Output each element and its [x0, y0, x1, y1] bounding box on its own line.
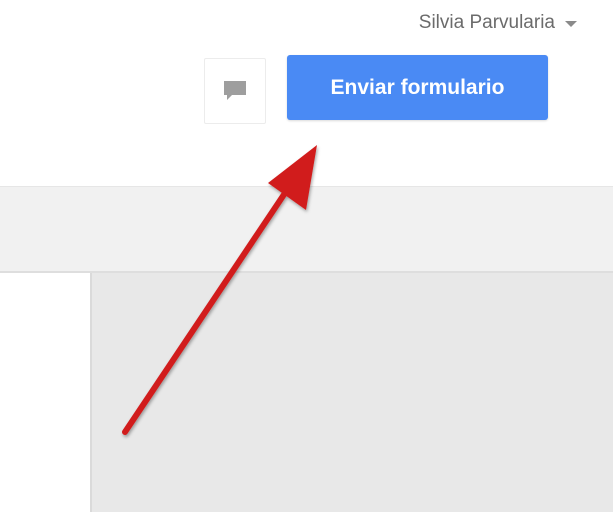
comment-button[interactable]: [204, 58, 266, 124]
toolbar-band: [0, 186, 613, 273]
form-canvas: [92, 273, 613, 512]
comment-icon: [224, 81, 246, 100]
left-panel: [0, 273, 92, 512]
form-editor-page: Silvia Parvularia Enviar formulario: [0, 0, 613, 512]
user-name: Silvia Parvularia: [418, 12, 555, 33]
account-menu[interactable]: Silvia Parvularia: [419, 12, 577, 34]
send-form-button[interactable]: Enviar formulario: [287, 55, 548, 120]
chevron-down-icon: [565, 21, 577, 27]
